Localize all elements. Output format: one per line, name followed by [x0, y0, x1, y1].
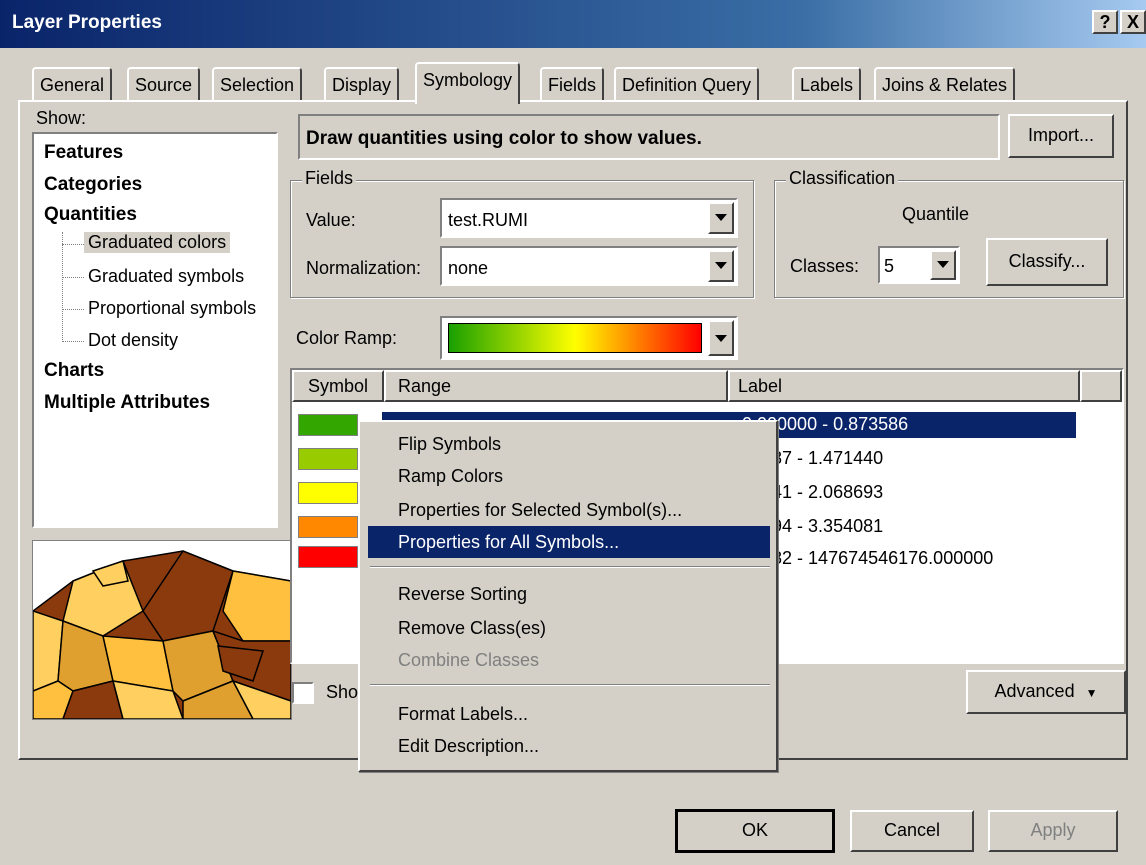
- help-button[interactable]: ?: [1092, 10, 1118, 34]
- tree-dot-density[interactable]: Dot density: [88, 330, 178, 351]
- color-ramp-select[interactable]: [440, 316, 738, 360]
- menu-combine-classes: Combine Classes: [398, 650, 540, 670]
- symbol-swatch[interactable]: [298, 414, 358, 436]
- symbol-swatch[interactable]: [298, 516, 358, 538]
- chevron-down-icon: ▼: [1085, 686, 1098, 700]
- column-header-range[interactable]: Range: [384, 370, 728, 402]
- menu-edit-description[interactable]: Edit Description...: [368, 730, 770, 762]
- tab-labels[interactable]: Labels: [792, 67, 862, 101]
- map-image: [33, 541, 291, 719]
- tree-graduated-colors[interactable]: Graduated colors: [84, 232, 231, 253]
- ok-button[interactable]: OK: [675, 809, 835, 853]
- classification-method: Quantile: [902, 204, 970, 224]
- context-menu: Flip Symbols Ramp Colors Properties for …: [358, 420, 778, 772]
- symbol-swatch[interactable]: [298, 448, 358, 470]
- tree-branch: [62, 277, 84, 278]
- show-checkbox-label: Sho: [326, 682, 359, 702]
- menu-flip-symbols[interactable]: Flip Symbols: [368, 428, 770, 460]
- menu-properties-all[interactable]: Properties for All Symbols...: [368, 526, 770, 558]
- show-checkbox[interactable]: [292, 682, 314, 704]
- title-bar: [0, 0, 1146, 48]
- row-label: 54082 - 147674546176.000000: [742, 548, 994, 568]
- chevron-down-icon[interactable]: [708, 320, 734, 356]
- menu-separator: [370, 566, 770, 568]
- tree-features[interactable]: Features: [44, 142, 123, 164]
- tab-symbology[interactable]: Symbology: [415, 62, 521, 104]
- chevron-down-icon[interactable]: [708, 202, 734, 234]
- tree-branch: [62, 341, 84, 342]
- description-text: Draw quantities using color to show valu…: [306, 128, 702, 149]
- chevron-down-icon[interactable]: [708, 250, 734, 282]
- tab-fields[interactable]: Fields: [540, 67, 605, 101]
- apply-button: Apply: [988, 810, 1118, 852]
- color-ramp-label: Color Ramp:: [296, 328, 398, 348]
- tab-joins-relates[interactable]: Joins & Relates: [874, 67, 1016, 101]
- symbol-swatch[interactable]: [298, 482, 358, 504]
- normalization-label: Normalization:: [306, 258, 422, 278]
- menu-ramp-colors[interactable]: Ramp Colors: [368, 460, 770, 492]
- show-label: Show:: [36, 108, 87, 128]
- classify-button[interactable]: Classify...: [986, 238, 1108, 286]
- tab-selection[interactable]: Selection: [212, 67, 303, 101]
- color-ramp-swatch: [448, 323, 702, 353]
- symbol-swatch[interactable]: [298, 546, 358, 568]
- tree-branch: [62, 244, 84, 245]
- column-header-filler: [1080, 370, 1122, 402]
- chevron-down-icon[interactable]: [930, 250, 956, 280]
- column-header-label[interactable]: Label: [728, 370, 1080, 402]
- tree-categories[interactable]: Categories: [44, 174, 142, 196]
- menu-format-labels[interactable]: Format Labels...: [368, 698, 770, 730]
- cancel-button[interactable]: Cancel: [850, 810, 974, 852]
- tree-graduated-symbols[interactable]: Graduated symbols: [88, 266, 244, 287]
- classes-select-text: 5: [884, 256, 895, 276]
- import-button[interactable]: Import...: [1008, 114, 1114, 158]
- tree-multiple-attributes[interactable]: Multiple Attributes: [44, 392, 210, 414]
- value-select-text: test.RUMI: [448, 210, 529, 230]
- tab-display[interactable]: Display: [324, 67, 400, 101]
- tab-general[interactable]: General: [32, 67, 113, 101]
- tree-quantities[interactable]: Quantities: [44, 204, 137, 226]
- tree-line: [62, 232, 64, 342]
- classification-group-label: Classification: [786, 168, 899, 189]
- advanced-button-label: Advanced: [994, 681, 1075, 701]
- advanced-button[interactable]: Advanced ▼: [966, 670, 1126, 714]
- value-select[interactable]: test.RUMI: [440, 198, 738, 238]
- menu-separator: [370, 684, 770, 686]
- fields-group-label: Fields: [302, 168, 357, 189]
- menu-properties-selected[interactable]: Properties for Selected Symbol(s)...: [368, 494, 770, 526]
- normalization-select-text: none: [448, 258, 489, 278]
- normalization-select[interactable]: none: [440, 246, 738, 286]
- value-label: Value:: [306, 210, 356, 230]
- window-title: Layer Properties: [12, 12, 162, 33]
- menu-remove-classes[interactable]: Remove Class(es): [368, 612, 770, 644]
- show-tree: Features Categories Quantities Graduated…: [32, 132, 278, 528]
- description-box: Draw quantities using color to show valu…: [298, 114, 1000, 160]
- classes-select[interactable]: 5: [878, 246, 960, 284]
- classes-label: Classes:: [790, 256, 860, 276]
- menu-reverse-sorting[interactable]: Reverse Sorting: [368, 578, 770, 610]
- column-header-symbol[interactable]: Symbol: [292, 370, 384, 402]
- tree-charts[interactable]: Charts: [44, 360, 104, 382]
- close-button[interactable]: X: [1120, 10, 1146, 34]
- tab-source[interactable]: Source: [127, 67, 201, 101]
- tree-proportional-symbols[interactable]: Proportional symbols: [88, 298, 256, 319]
- tab-definition-query[interactable]: Definition Query: [614, 67, 760, 101]
- tree-branch: [62, 309, 84, 310]
- preview-map: [32, 540, 292, 720]
